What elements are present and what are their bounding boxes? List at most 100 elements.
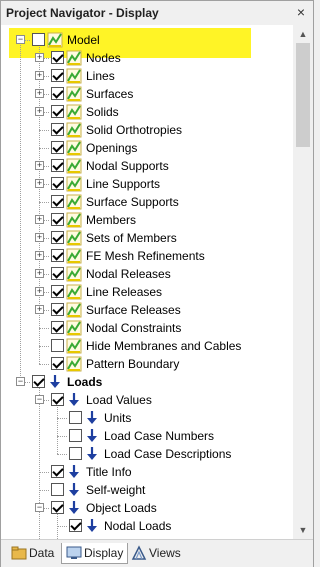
tree-item-openings[interactable]: Openings <box>1 139 293 157</box>
tree-checkbox[interactable] <box>51 285 64 298</box>
tree-item-surface-releases[interactable]: + Surface Releases <box>1 301 293 319</box>
tree-item-members[interactable]: + Members <box>1 211 293 229</box>
expand-icon[interactable]: + <box>35 233 44 242</box>
tree-checkbox[interactable] <box>51 195 64 208</box>
tree-item-title-info[interactable]: Title Info <box>1 463 293 481</box>
tree-connector <box>39 202 49 203</box>
tree-item-line-supports[interactable]: + Line Supports <box>1 175 293 193</box>
tree-checkbox[interactable] <box>51 177 64 190</box>
expand-icon[interactable]: + <box>35 89 44 98</box>
tree-item-fe-mesh-refinements[interactable]: + FE Mesh Refinements <box>1 247 293 265</box>
tree-item-nodal-loads[interactable]: Nodal Loads <box>1 517 293 535</box>
tree-item-label: Openings <box>86 141 138 155</box>
collapse-icon[interactable]: − <box>16 35 25 44</box>
display-icon <box>66 546 82 559</box>
model-check-icon <box>66 302 82 318</box>
load-arrow-icon <box>87 429 97 442</box>
expand-icon[interactable]: + <box>35 287 44 296</box>
tree-checkbox[interactable] <box>69 447 82 460</box>
tree-item-nodal-releases[interactable]: + Nodal Releases <box>1 265 293 283</box>
tree-connector <box>39 472 49 473</box>
tree-item-units[interactable]: Units <box>1 409 293 427</box>
tree-item-label: Solids <box>86 105 119 119</box>
scroll-down-icon[interactable]: ▼ <box>293 521 313 539</box>
tree-checkbox[interactable] <box>51 339 64 352</box>
expand-icon[interactable]: + <box>35 215 44 224</box>
expand-icon[interactable]: + <box>35 251 44 260</box>
tab-data[interactable]: Data <box>7 543 58 563</box>
tree-item-label: Nodal Constraints <box>86 321 182 335</box>
tree-item-sets-of-members[interactable]: + Sets of Members <box>1 229 293 247</box>
model-check-icon <box>66 122 82 138</box>
expand-icon[interactable]: + <box>35 305 44 314</box>
tree-connector <box>39 490 49 491</box>
tree-item-surfaces[interactable]: + Surfaces <box>1 85 293 103</box>
scroll-up-icon[interactable]: ▲ <box>293 25 313 43</box>
tree-item-load-case-descriptions[interactable]: Load Case Descriptions <box>1 445 293 463</box>
tree-checkbox[interactable] <box>51 267 64 280</box>
tree-checkbox[interactable] <box>51 231 64 244</box>
tree-item-self-weight[interactable]: Self-weight <box>1 481 293 499</box>
tree-item-label: Units <box>104 411 132 425</box>
expand-icon[interactable]: + <box>35 179 44 188</box>
tree-item-pattern-boundary[interactable]: Pattern Boundary <box>1 355 293 373</box>
model-check-icon <box>66 320 82 336</box>
expand-icon[interactable]: + <box>35 53 44 62</box>
tree-item-lines[interactable]: + Lines <box>1 67 293 85</box>
tree-item-solids[interactable]: + Solids <box>1 103 293 121</box>
tree-checkbox[interactable] <box>51 393 64 406</box>
expand-icon[interactable]: + <box>35 107 44 116</box>
load-arrow-icon <box>69 393 79 406</box>
tree-checkbox[interactable] <box>51 303 64 316</box>
tree-item-label: Load Values <box>86 393 152 407</box>
tree-item-nodes[interactable]: + Nodes <box>1 49 293 67</box>
tree-checkbox[interactable] <box>51 483 64 496</box>
tree-checkbox[interactable] <box>69 411 82 424</box>
tree-checkbox[interactable] <box>51 465 64 478</box>
tree-item-label: Solid Orthotropies <box>86 123 183 137</box>
tree-item-surface-supports[interactable]: Surface Supports <box>1 193 293 211</box>
tree-item-loads[interactable]: − Loads <box>1 373 293 391</box>
tree-item-load-values[interactable]: − Load Values <box>1 391 293 409</box>
tree-item-line-releases[interactable]: + Line Releases <box>1 283 293 301</box>
tree-item-hide-membranes-and-cables[interactable]: Hide Membranes and Cables <box>1 337 293 355</box>
tree-checkbox[interactable] <box>32 375 45 388</box>
tree-checkbox[interactable] <box>51 249 64 262</box>
tree-item-nodal-constraints[interactable]: Nodal Constraints <box>1 319 293 337</box>
tree-item-solid-orthotropies[interactable]: Solid Orthotropies <box>1 121 293 139</box>
tree-checkbox[interactable] <box>51 105 64 118</box>
tree-checkbox[interactable] <box>51 357 64 370</box>
tree-checkbox[interactable] <box>51 51 64 64</box>
model-check-icon <box>66 194 82 210</box>
tree-checkbox[interactable] <box>51 321 64 334</box>
tree-connector <box>57 526 67 527</box>
tree-item-label: Members <box>86 213 137 227</box>
expand-icon[interactable]: + <box>35 269 44 278</box>
tree-checkbox[interactable] <box>51 87 64 100</box>
collapse-icon[interactable]: − <box>35 395 44 404</box>
tree-item-label: FE Mesh Refinements <box>86 249 205 263</box>
tree-checkbox[interactable] <box>32 33 45 46</box>
tree-connector <box>39 130 49 131</box>
vertical-scrollbar[interactable]: ▲ ▼ <box>293 25 313 539</box>
collapse-icon[interactable]: − <box>16 377 25 386</box>
tree-item-object-loads[interactable]: − Object Loads <box>1 499 293 517</box>
tab-display[interactable]: Display <box>61 543 129 564</box>
tree-item-load-case-numbers[interactable]: Load Case Numbers <box>1 427 293 445</box>
tree-checkbox[interactable] <box>51 69 64 82</box>
tree-checkbox[interactable] <box>51 141 64 154</box>
tree-checkbox[interactable] <box>69 429 82 442</box>
tree-checkbox[interactable] <box>51 123 64 136</box>
expand-icon[interactable]: + <box>35 71 44 80</box>
tree-item-nodal-supports[interactable]: + Nodal Supports <box>1 157 293 175</box>
collapse-icon[interactable]: − <box>35 503 44 512</box>
scroll-thumb[interactable] <box>296 43 310 147</box>
tab-views[interactable]: Views <box>127 543 185 563</box>
tree-checkbox[interactable] <box>69 519 82 532</box>
close-icon[interactable]: × <box>293 4 309 20</box>
tree-checkbox[interactable] <box>51 501 64 514</box>
tree-checkbox[interactable] <box>51 213 64 226</box>
tree-checkbox[interactable] <box>51 159 64 172</box>
expand-icon[interactable]: + <box>35 161 44 170</box>
tree-item-model[interactable]: − Model <box>1 31 293 49</box>
